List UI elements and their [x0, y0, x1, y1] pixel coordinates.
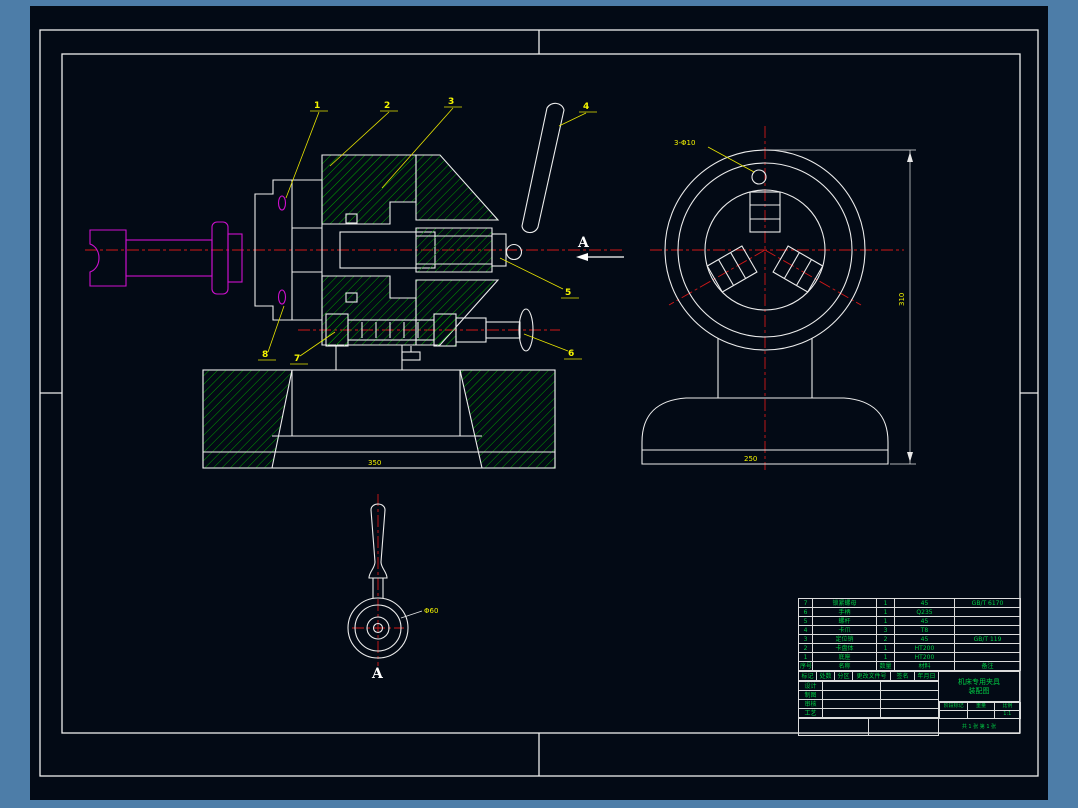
callout-1: 1	[314, 101, 320, 111]
parts-row: 3 定位销 2 45 GB/T 119	[798, 634, 1021, 644]
parts-list: 7 锁紧螺母 1 45 GB/T 6170 6 手柄 1 Q235 5 螺杆 1 45 4 卡爪 3 T8…	[798, 598, 1021, 671]
callout-8: 8	[262, 350, 268, 360]
title-block-right: 机床专用夹具 装配图 阶段标记 重量 比例 1:1 共 1 张 第 1 张	[938, 671, 1022, 734]
cad-viewport: { "canvas": { "bg_outer": "#4d7da8", "bg…	[0, 0, 1078, 808]
title-block: 7 锁紧螺母 1 45 GB/T 6170 6 手柄 1 Q235 5 螺杆 1 45 4 卡爪 3 T8…	[798, 598, 1022, 736]
title-block-left: 标记 处数 分区 更改文件号 签名 年月日 设计 制图 审核 工艺	[798, 671, 939, 736]
holes-callout: 3-Φ10	[674, 139, 755, 173]
base-width-dim: 350	[368, 459, 381, 467]
ball-pin	[505, 243, 523, 261]
sheet-info: 共 1 张 第 1 张	[961, 723, 997, 730]
revision-row: 标记 处数 分区 更改文件号 签名 年月日	[798, 671, 939, 681]
jaw-centerline-right	[764, 249, 862, 306]
support-column	[335, 345, 403, 370]
drawing-title: 机床专用夹具 装配图	[939, 672, 1019, 702]
front-holes-dim: 3-Φ10	[674, 139, 695, 147]
section-arrow: A	[576, 235, 624, 261]
workpiece-shaft	[89, 221, 243, 295]
dim-arrow-top	[907, 152, 913, 162]
callout-4: 4	[583, 102, 589, 112]
clamp-lever	[521, 102, 565, 234]
handle-dia-dim: Φ60	[424, 607, 438, 615]
mount-hole	[751, 169, 767, 185]
jaw-centerline-left	[668, 249, 766, 306]
handle-detail-view: Φ60 A	[347, 494, 438, 682]
dim-arrow-bottom	[907, 452, 913, 462]
parts-row: 1 底座 1 HT200	[798, 652, 1021, 662]
base-section	[202, 369, 556, 469]
drawing-title-line1: 机床专用夹具	[958, 677, 1000, 686]
handle-dim-leader	[400, 610, 423, 619]
scale-block: 阶段标记 重量 比例 1:1	[938, 702, 1022, 719]
signature-rows: 设计 制图 审核 工艺	[798, 681, 939, 718]
section-label-a: A	[577, 235, 590, 251]
front-height-dim: 310	[898, 293, 906, 306]
set-screw	[401, 351, 421, 361]
view-label-a: A	[371, 666, 384, 682]
main-section-view: 350	[85, 102, 622, 469]
callout-7: 7	[294, 354, 300, 364]
callout-3: 3	[448, 97, 454, 107]
bottom-strip	[798, 718, 939, 736]
callout-2: 2	[384, 101, 390, 111]
height-dimension: 310	[767, 149, 916, 465]
parts-row: 2 卡盘体 1 HT200	[798, 643, 1021, 653]
drawing-title-line2: 装配图	[968, 686, 990, 695]
front-view: 310 3-Φ10 250	[641, 126, 916, 470]
chuck-body-section	[321, 154, 523, 346]
front-width-dim: 250	[744, 455, 757, 463]
callout-5: 5	[565, 288, 571, 298]
section-arrowhead	[576, 253, 588, 261]
parts-row: 7 锁紧螺母 1 45 GB/T 6170	[798, 598, 1021, 608]
parts-row: 6 手柄 1 Q235	[798, 607, 1021, 617]
parts-header-row: 序号 名称 数量 材料 备注	[798, 661, 1021, 671]
callout-6: 6	[568, 349, 574, 359]
parts-row: 4 卡爪 3 T8	[798, 625, 1021, 635]
drawing-sheet: 350 310 3-Φ10 250 A Φ60 A 1 2 3 4 5 6 7 …	[30, 6, 1048, 800]
parts-row: 5 螺杆 1 45	[798, 616, 1021, 626]
